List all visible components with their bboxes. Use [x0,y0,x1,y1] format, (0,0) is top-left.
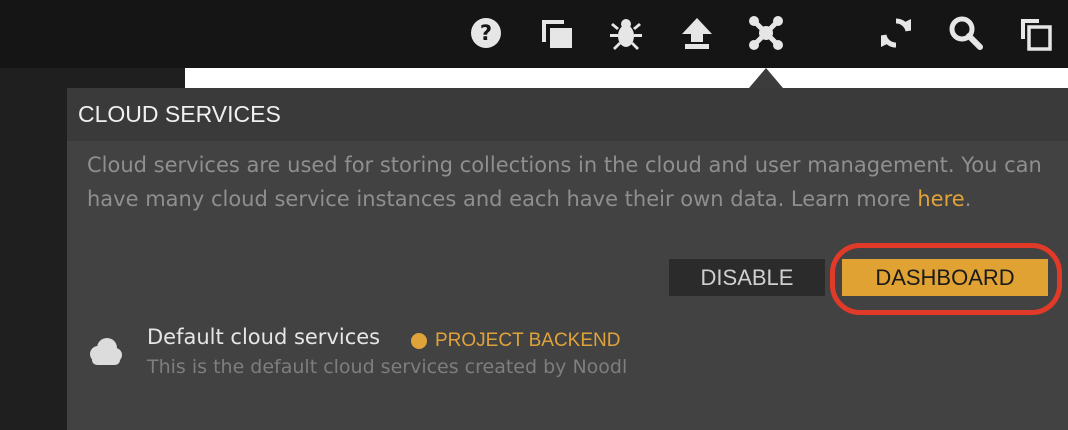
search-icon[interactable] [946,13,986,53]
panel-description: Cloud services are used for storing coll… [87,148,1062,216]
cloud-services-icon[interactable] [746,13,786,53]
service-description: This is the default cloud services creat… [147,356,628,378]
help-icon[interactable]: ? [466,13,506,53]
top-toolbar: ? [0,0,1068,68]
windows-icon[interactable] [537,13,577,53]
badge-dot-icon [411,333,427,349]
copy-icon[interactable] [1016,13,1056,53]
cloud-icon [86,336,124,368]
svg-text:?: ? [480,21,492,45]
upload-icon[interactable] [677,13,717,53]
refresh-icon[interactable] [876,13,916,53]
description-suffix: . [964,187,972,211]
project-backend-badge: PROJECT BACKEND [411,330,620,352]
popup-pointer [749,68,783,88]
dashboard-button[interactable]: DASHBOARD [842,259,1048,296]
description-text: Cloud services are used for storing coll… [87,153,1042,211]
panel-header: CLOUD SERVICES [67,88,1068,141]
cloud-services-panel: CLOUD SERVICES Cloud services are used f… [67,88,1068,430]
disable-button[interactable]: DISABLE [669,259,825,296]
learn-more-link[interactable]: here [917,187,964,211]
badge-label: PROJECT BACKEND [435,330,621,351]
panel-title: CLOUD SERVICES [78,101,281,127]
bug-icon[interactable] [606,13,646,53]
service-name[interactable]: Default cloud services [147,325,380,349]
canvas-area [185,68,1068,90]
